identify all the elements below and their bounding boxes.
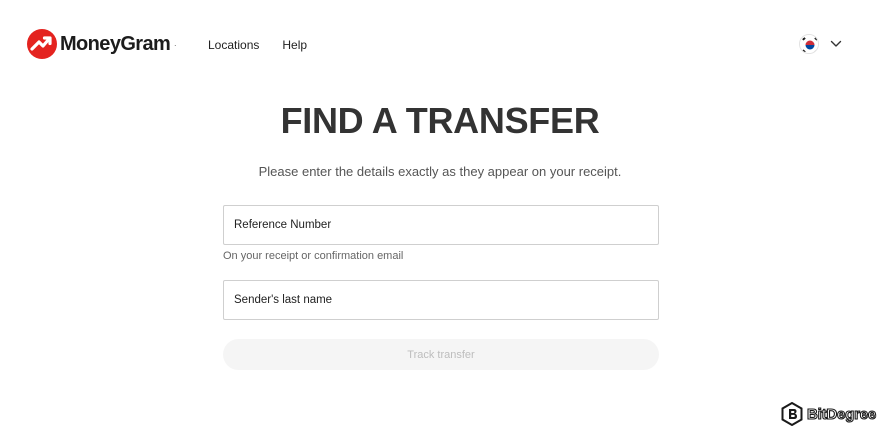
sender-last-name-label: Sender's last name	[234, 294, 333, 306]
moneygram-logo-icon	[27, 29, 57, 59]
main-nav: Locations Help	[208, 38, 307, 52]
page-subtitle: Please enter the details exactly as they…	[258, 164, 622, 179]
moneygram-logo[interactable]: MoneyGram.	[27, 29, 176, 59]
korea-flag-icon	[799, 34, 819, 54]
reference-number-label: Reference Number	[234, 219, 332, 231]
reference-number-hint: On your receipt or confirmation email	[223, 250, 404, 262]
reference-number-input[interactable]: Reference Number	[223, 205, 659, 245]
chevron-down-icon	[830, 40, 842, 47]
page-title: FIND A TRANSFER	[280, 100, 600, 141]
sender-last-name-input[interactable]: Sender's last name	[223, 280, 659, 320]
brand-reg-mark: .	[174, 40, 177, 48]
header: MoneyGram. Locations Help	[0, 0, 880, 90]
bitdegree-logo-icon	[781, 402, 803, 426]
bitdegree-watermark: BitDegree	[781, 402, 877, 426]
nav-link-locations[interactable]: Locations	[208, 38, 259, 52]
language-selector[interactable]	[799, 34, 842, 54]
watermark-text: BitDegree	[806, 405, 877, 423]
page: MoneyGram. Locations Help FIND A TRANSFE…	[0, 0, 880, 433]
brand-name: MoneyGram	[60, 32, 171, 55]
nav-link-help[interactable]: Help	[282, 38, 307, 52]
track-transfer-button[interactable]: Track transfer	[223, 339, 659, 370]
